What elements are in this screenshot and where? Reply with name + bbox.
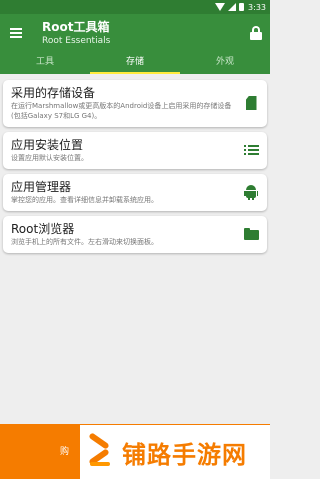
wifi-icon (215, 3, 226, 11)
card-description: 掌控您的应用。查看详细信息并卸载系统应用。 (11, 196, 158, 204)
battery-icon (239, 3, 245, 11)
watermark-text: 铺路手游网 (122, 440, 247, 469)
tab-bar: 工具 存储 外观 (0, 52, 270, 74)
tab-appearance[interactable]: 外观 (180, 52, 270, 74)
tab-storage[interactable]: 存储 (90, 52, 180, 74)
card-install-location[interactable]: 应用安装位置 设置应用默认安装位置。 (3, 132, 267, 169)
app-title: Root工具箱 (42, 19, 110, 34)
card-title: 应用安装位置 (11, 138, 84, 152)
card-description: 浏览手机上的所有文件。左右滑动来切换面板。 (11, 238, 158, 246)
bottom-bar-label: 购 (60, 447, 70, 457)
folder-icon (243, 228, 259, 240)
card-adoptable-storage[interactable]: 采用的存储设备 在运行Marshmallow或更高版本的Android设备上启用… (3, 80, 267, 127)
card-app-manager[interactable]: 应用管理器 掌控您的应用。查看详细信息并卸载系统应用。 (3, 174, 267, 211)
card-description: 在运行Marshmallow或更高版本的Android设备上启用采用的存储设备 … (11, 102, 232, 120)
tab-tools[interactable]: 工具 (0, 52, 90, 74)
status-time: 3:33 (248, 2, 266, 12)
app-titles: Root工具箱 Root Essentials (42, 20, 250, 47)
android-icon (244, 184, 258, 200)
card-root-browser[interactable]: Root浏览器 浏览手机上的所有文件。左右滑动来切换面板。 (3, 216, 267, 253)
menu-icon[interactable] (10, 28, 22, 38)
card-description: 设置应用默认安装位置。 (11, 154, 88, 162)
app-bar: Root工具箱 Root Essentials (0, 14, 270, 52)
sd-card-icon (245, 96, 257, 110)
watermark: 铺路手游网 (80, 425, 270, 479)
card-list: 采用的存储设备 在运行Marshmallow或更高版本的Android设备上启用… (0, 74, 270, 253)
card-title: Root浏览器 (11, 222, 75, 236)
watermark-logo-icon (86, 432, 114, 470)
status-bar: 3:33 (0, 0, 270, 14)
card-title: 应用管理器 (11, 180, 72, 194)
card-title: 采用的存储设备 (11, 86, 96, 100)
lock-icon[interactable] (250, 26, 262, 40)
list-icon (243, 145, 259, 155)
signal-icon (228, 3, 237, 11)
app-subtitle: Root Essentials (42, 35, 111, 46)
